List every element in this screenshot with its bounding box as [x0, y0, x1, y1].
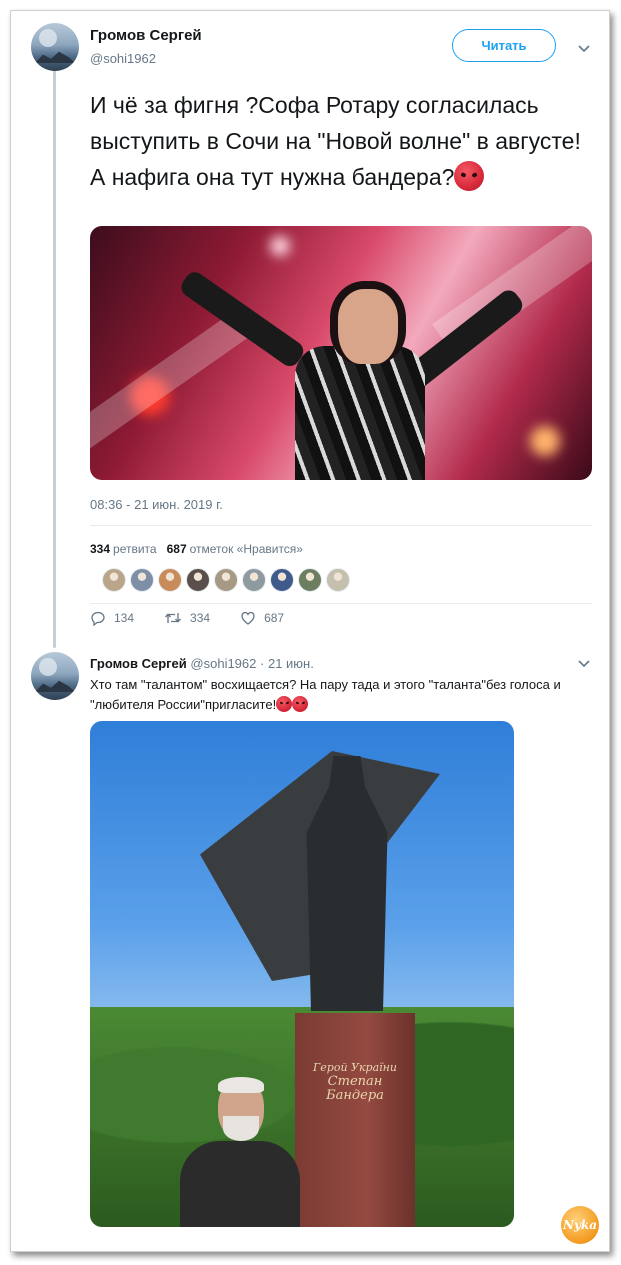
thread-connector-line	[53, 70, 56, 648]
reply-author-name[interactable]: Громов Сергей	[90, 656, 187, 671]
retweet-icon	[165, 613, 182, 623]
reply-button[interactable]: 134	[90, 610, 134, 626]
reply-photo-monument[interactable]: Герой України Степан Бандера	[90, 721, 514, 1227]
tweet-stats: 334 ретвита 687 отметок «Нравится»	[90, 542, 303, 556]
retweets-count[interactable]: 334	[90, 542, 110, 556]
plaque-line-1: Герой України	[312, 1061, 397, 1074]
divider	[90, 525, 592, 526]
author-avatar[interactable]	[31, 23, 79, 71]
retweets-label[interactable]: ретвита	[113, 542, 157, 556]
reply-text-body: Хто там "талантом" восхищается? На пару …	[90, 677, 561, 712]
liker-avatar[interactable]	[326, 568, 350, 592]
liker-avatar[interactable]	[186, 568, 210, 592]
reply-separator: ·	[260, 656, 265, 671]
retweet-button[interactable]: 334	[164, 610, 210, 626]
tweet-photo-singer[interactable]	[90, 226, 592, 480]
liker-avatar[interactable]	[130, 568, 154, 592]
chevron-down-icon[interactable]	[576, 655, 592, 671]
tweet-text-body: И чё за фигня ?Софа Ротару согласилась в…	[90, 92, 581, 190]
like-button[interactable]: 687	[240, 610, 284, 626]
liker-avatar[interactable]	[242, 568, 266, 592]
follow-button[interactable]: Читать	[452, 29, 556, 62]
liker-avatar[interactable]	[298, 568, 322, 592]
retweet-count: 334	[190, 611, 211, 625]
reply-date[interactable]: 21 июн.	[268, 656, 314, 671]
like-count: 687	[264, 611, 285, 625]
author-handle[interactable]: @sohi1962	[90, 51, 156, 66]
liker-avatar[interactable]	[214, 568, 238, 592]
reply-meta: Громов Сергей @sohi1962 · 21 июн.	[90, 656, 314, 671]
reply-icon	[91, 611, 105, 626]
reply-text: Хто там "талантом" восхищается? На пару …	[90, 675, 590, 715]
tweet-timestamp[interactable]: 08:36 - 21 июн. 2019 г.	[90, 497, 223, 512]
monument-plaque: Герой України Степан Бандера	[305, 1061, 405, 1103]
liker-avatars	[102, 568, 350, 592]
angry-face-emoji	[292, 696, 309, 712]
divider	[90, 603, 592, 604]
author-name[interactable]: Громов Сергей	[90, 27, 202, 44]
liker-avatar[interactable]	[158, 568, 182, 592]
reply-count: 134	[114, 611, 135, 625]
liker-avatar[interactable]	[270, 568, 294, 592]
plaque-line-3: Бандера	[326, 1088, 384, 1103]
likes-count[interactable]: 687	[167, 542, 187, 556]
chevron-down-icon[interactable]	[576, 40, 592, 56]
liker-avatar[interactable]	[102, 568, 126, 592]
plaque-line-2: Степан	[327, 1074, 383, 1089]
heart-icon	[241, 611, 255, 625]
tweet-actions: 134 334 687	[90, 610, 314, 626]
tweet-text: И чё за фигня ?Софа Ротару согласилась в…	[90, 87, 595, 195]
angry-face-emoji	[454, 161, 485, 191]
reply-author-handle[interactable]: @sohi1962	[190, 656, 256, 671]
likes-label[interactable]: отметок «Нравится»	[190, 542, 303, 556]
reply-author-avatar[interactable]	[31, 652, 79, 700]
angry-face-emoji	[276, 696, 293, 712]
watermark-logo: Nyka	[561, 1206, 599, 1244]
